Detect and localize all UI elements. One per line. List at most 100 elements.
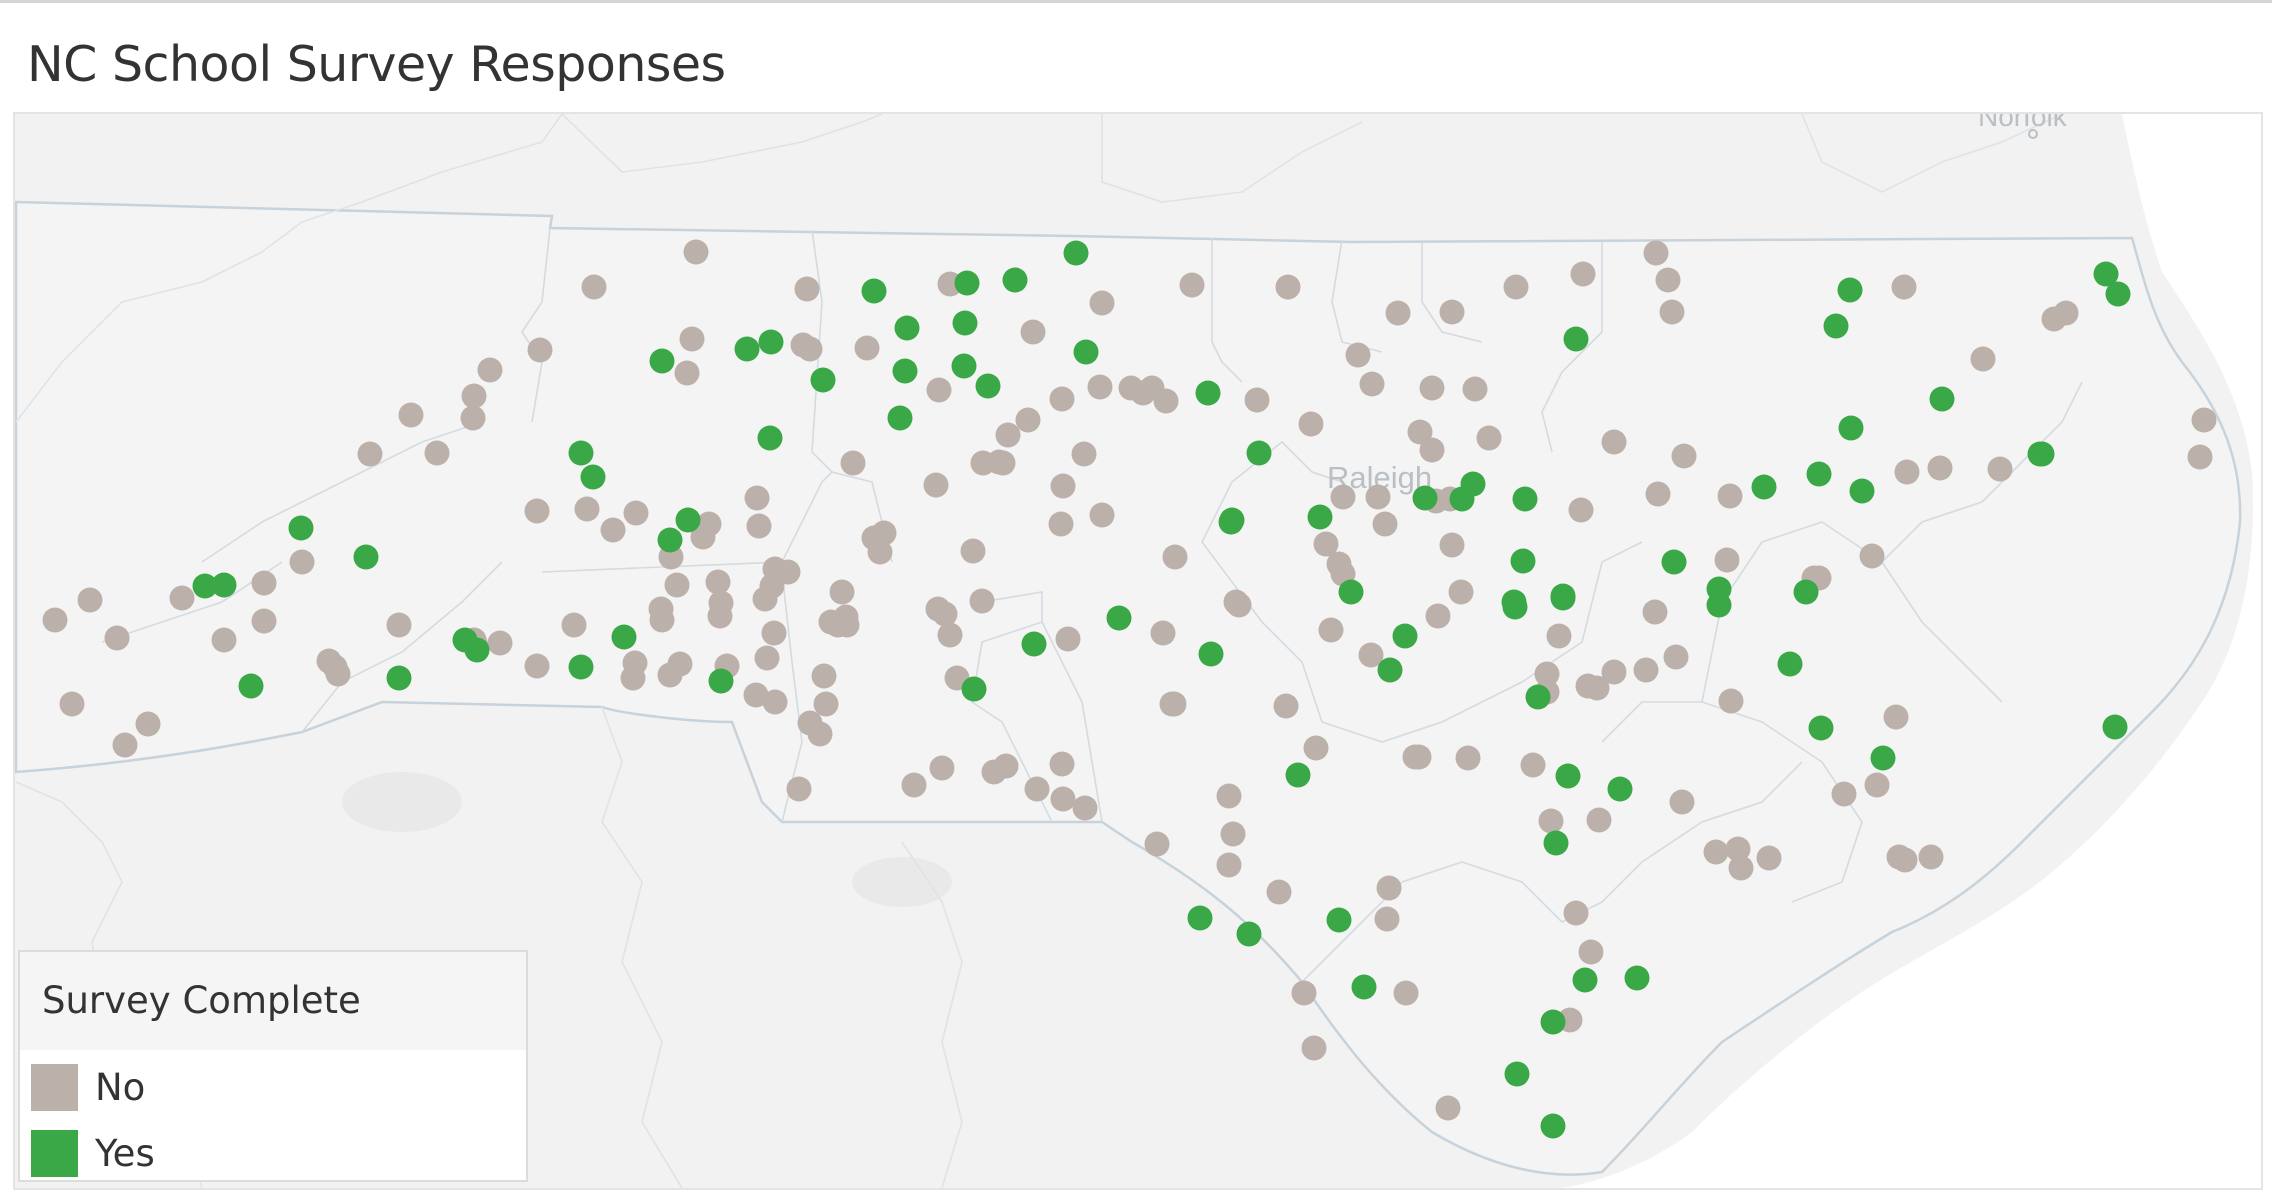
school-mark-no[interactable]	[1659, 299, 1685, 325]
school-mark-no[interactable]	[1728, 855, 1754, 881]
school-mark-no[interactable]	[1087, 374, 1113, 400]
school-mark-no[interactable]	[1153, 388, 1179, 414]
school-mark-no[interactable]	[1393, 980, 1419, 1006]
school-mark-no[interactable]	[574, 496, 600, 522]
school-mark-no[interactable]	[761, 620, 787, 646]
school-mark-yes[interactable]	[1460, 471, 1486, 497]
legend-item-no[interactable]: No	[31, 1062, 145, 1112]
school-mark-no[interactable]	[746, 513, 772, 539]
school-mark-yes[interactable]	[1838, 415, 1864, 441]
school-mark-yes[interactable]	[611, 624, 637, 650]
school-mark-yes[interactable]	[657, 527, 683, 553]
school-mark-no[interactable]	[797, 336, 823, 362]
legend-item-yes[interactable]: Yes	[31, 1128, 155, 1178]
school-mark-no[interactable]	[1663, 644, 1689, 670]
school-mark-no[interactable]	[1055, 626, 1081, 652]
school-mark-no[interactable]	[825, 612, 851, 638]
school-mark-no[interactable]	[561, 612, 587, 638]
school-mark-yes[interactable]	[1338, 579, 1364, 605]
school-mark-no[interactable]	[995, 422, 1021, 448]
school-mark-yes[interactable]	[1285, 762, 1311, 788]
school-mark-yes[interactable]	[810, 367, 836, 393]
school-mark-no[interactable]	[932, 601, 958, 627]
school-mark-no[interactable]	[1455, 745, 1481, 771]
school-mark-yes[interactable]	[2105, 281, 2131, 307]
school-mark-no[interactable]	[1435, 1095, 1461, 1121]
school-mark-no[interactable]	[1883, 704, 1909, 730]
school-mark-yes[interactable]	[1550, 583, 1576, 609]
school-mark-no[interactable]	[937, 622, 963, 648]
school-mark-no[interactable]	[1503, 274, 1529, 300]
school-mark-yes[interactable]	[1624, 965, 1650, 991]
school-mark-no[interactable]	[1448, 579, 1474, 605]
school-mark-no[interactable]	[2191, 407, 2217, 433]
school-mark-yes[interactable]	[1837, 277, 1863, 303]
school-mark-no[interactable]	[477, 357, 503, 383]
school-mark-no[interactable]	[1376, 875, 1402, 901]
school-mark-yes[interactable]	[1806, 461, 1832, 487]
school-mark-yes[interactable]	[2102, 714, 2128, 740]
school-mark-no[interactable]	[1546, 623, 1572, 649]
school-mark-no[interactable]	[524, 653, 550, 679]
school-mark-yes[interactable]	[1870, 745, 1896, 771]
school-mark-no[interactable]	[1645, 481, 1671, 507]
school-mark-no[interactable]	[657, 662, 683, 688]
school-mark-yes[interactable]	[975, 373, 1001, 399]
school-mark-no[interactable]	[1419, 437, 1445, 463]
school-mark-yes[interactable]	[894, 315, 920, 341]
school-mark-no[interactable]	[981, 759, 1007, 785]
school-mark-no[interactable]	[929, 755, 955, 781]
school-mark-yes[interactable]	[2027, 441, 2053, 467]
school-mark-no[interactable]	[112, 732, 138, 758]
school-mark-yes[interactable]	[1543, 830, 1569, 856]
school-mark-no[interactable]	[600, 517, 626, 543]
school-mark-no[interactable]	[811, 663, 837, 689]
school-mark-yes[interactable]	[1063, 240, 1089, 266]
school-mark-no[interactable]	[1223, 589, 1249, 615]
school-mark-yes[interactable]	[353, 544, 379, 570]
school-mark-no[interactable]	[1024, 776, 1050, 802]
school-mark-yes[interactable]	[1021, 631, 1047, 657]
school-mark-no[interactable]	[1049, 386, 1075, 412]
school-mark-yes[interactable]	[1246, 440, 1272, 466]
school-mark-no[interactable]	[460, 405, 486, 431]
school-mark-yes[interactable]	[1307, 504, 1333, 530]
school-mark-no[interactable]	[1266, 879, 1292, 905]
school-mark-yes[interactable]	[1187, 905, 1213, 931]
school-mark-no[interactable]	[649, 607, 675, 633]
school-mark-no[interactable]	[807, 721, 833, 747]
school-mark-no[interactable]	[1220, 821, 1246, 847]
school-mark-no[interactable]	[1891, 274, 1917, 300]
school-mark-no[interactable]	[104, 625, 130, 651]
school-mark-no[interactable]	[969, 588, 995, 614]
school-mark-yes[interactable]	[1198, 641, 1224, 667]
school-mark-no[interactable]	[42, 607, 68, 633]
school-mark-yes[interactable]	[1751, 474, 1777, 500]
school-mark-yes[interactable]	[1002, 267, 1028, 293]
school-mark-no[interactable]	[1161, 691, 1187, 717]
school-mark-yes[interactable]	[952, 310, 978, 336]
school-mark-no[interactable]	[1476, 425, 1502, 451]
school-mark-no[interactable]	[1144, 831, 1170, 857]
school-mark-yes[interactable]	[1706, 592, 1732, 618]
school-mark-no[interactable]	[1987, 456, 2013, 482]
school-mark-no[interactable]	[1439, 299, 1465, 325]
school-mark-yes[interactable]	[1572, 967, 1598, 993]
school-mark-yes[interactable]	[238, 673, 264, 699]
school-mark-no[interactable]	[707, 603, 733, 629]
school-mark-no[interactable]	[487, 630, 513, 656]
school-mark-yes[interactable]	[1929, 386, 1955, 412]
school-mark-no[interactable]	[867, 539, 893, 565]
school-mark-no[interactable]	[398, 402, 424, 428]
school-mark-no[interactable]	[1372, 511, 1398, 537]
school-mark-yes[interactable]	[1502, 594, 1528, 620]
school-mark-no[interactable]	[1717, 483, 1743, 509]
school-mark-no[interactable]	[2053, 300, 2079, 326]
school-mark-no[interactable]	[762, 689, 788, 715]
school-mark-no[interactable]	[786, 776, 812, 802]
school-mark-no[interactable]	[322, 654, 348, 680]
school-mark-yes[interactable]	[568, 654, 594, 680]
school-mark-yes[interactable]	[1540, 1113, 1566, 1139]
school-mark-no[interactable]	[1374, 906, 1400, 932]
school-mark-no[interactable]	[1601, 659, 1627, 685]
